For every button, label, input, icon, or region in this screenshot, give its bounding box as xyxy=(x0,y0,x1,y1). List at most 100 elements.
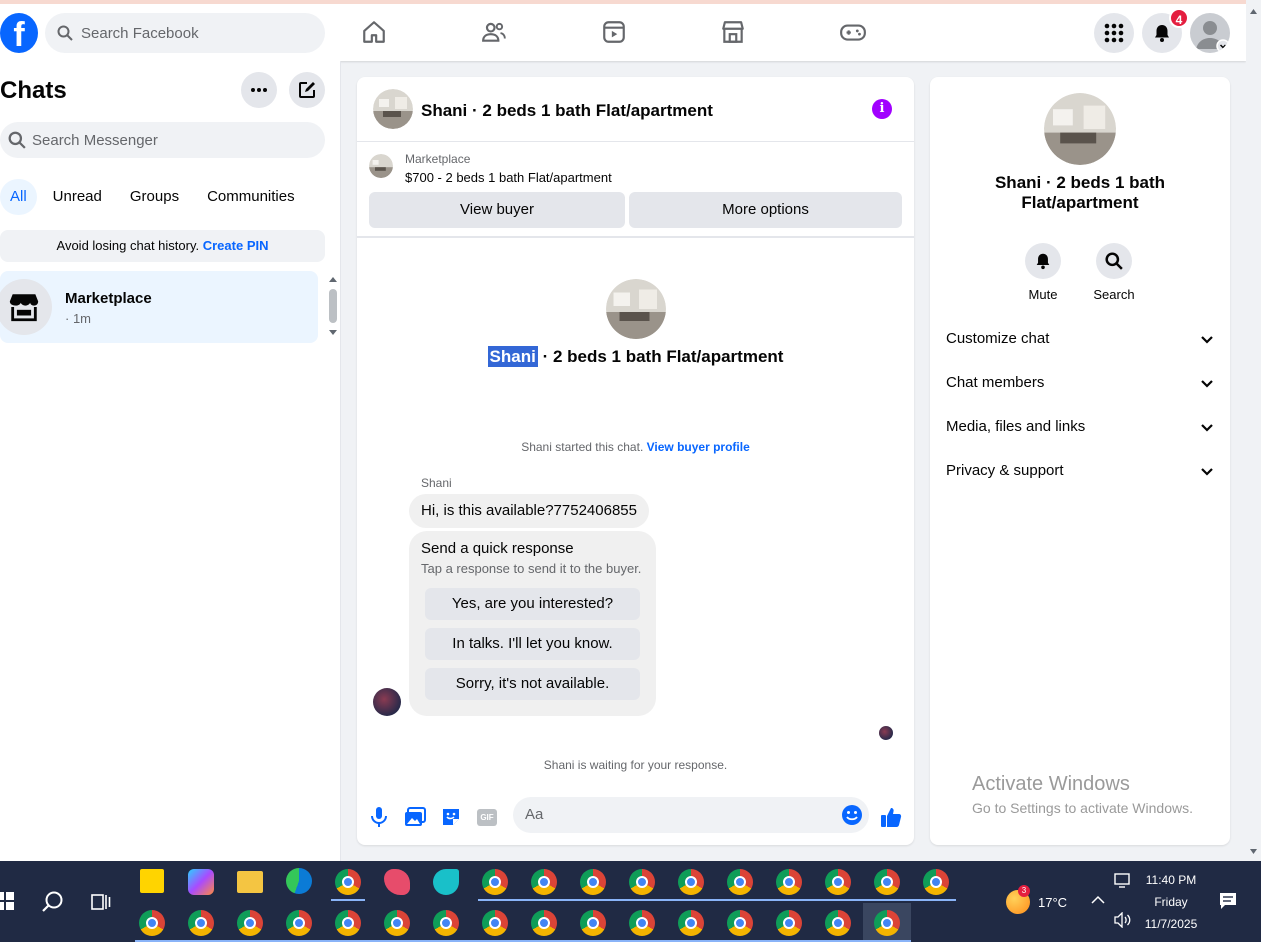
section-label: Customize chat xyxy=(946,330,1050,347)
clock-time[interactable]: 11:40 PM xyxy=(1140,873,1202,887)
bell-icon xyxy=(1155,25,1169,42)
chrome-profile-icon[interactable] xyxy=(678,869,704,895)
network-icon[interactable] xyxy=(1114,873,1132,889)
media-files-links-section[interactable]: Media, files and links xyxy=(946,418,1214,442)
chrome-profile-icon[interactable] xyxy=(825,910,851,936)
chrome-profile-icon[interactable] xyxy=(384,910,410,936)
bell-icon xyxy=(1036,253,1050,270)
chrome-profile-icon[interactable] xyxy=(531,869,557,895)
copilot-icon[interactable] xyxy=(188,869,214,895)
conversation-title[interactable]: Shani · 2 beds 1 bath Flat/apartment xyxy=(421,101,713,121)
mute-action[interactable]: Mute xyxy=(1013,243,1073,302)
edge-icon[interactable] xyxy=(286,868,312,894)
chat-list-scrollbar[interactable] xyxy=(327,275,339,339)
file-explorer-icon[interactable] xyxy=(237,871,263,893)
listing-thumbnail[interactable] xyxy=(369,154,393,178)
clock-day[interactable]: Friday xyxy=(1140,895,1202,909)
taskbar-search-icon[interactable] xyxy=(41,890,65,914)
chrome-profile-icon[interactable] xyxy=(825,869,851,895)
chrome-profile-icon[interactable] xyxy=(629,910,655,936)
chrome-profile-icon[interactable] xyxy=(580,910,606,936)
chrome-profile-icon[interactable] xyxy=(139,910,165,936)
gaming-icon[interactable] xyxy=(839,18,867,46)
quick-response-yes[interactable]: Yes, are you interested? xyxy=(425,588,640,620)
chat-list-item[interactable]: Marketplace · 1m xyxy=(0,271,318,343)
photo-icon[interactable] xyxy=(403,805,427,829)
quick-response-not-available[interactable]: Sorry, it's not available. xyxy=(425,668,640,700)
chat-members-section[interactable]: Chat members xyxy=(946,374,1214,398)
quick-response-in-talks[interactable]: In talks. I'll let you know. xyxy=(425,628,640,660)
privacy-support-section[interactable]: Privacy & support xyxy=(946,462,1214,486)
listing-avatar[interactable] xyxy=(373,89,413,129)
facebook-logo[interactable]: f xyxy=(0,13,38,53)
friends-icon[interactable] xyxy=(480,18,508,46)
details-avatar xyxy=(1044,93,1116,165)
sticker-icon[interactable] xyxy=(439,805,463,829)
chrome-profile-icon[interactable] xyxy=(188,910,214,936)
incoming-message[interactable]: Hi, is this available?7752406855 xyxy=(409,494,649,528)
more-options-button[interactable]: More options xyxy=(629,192,902,228)
top-navigation-bar: f Search Facebook 4 xyxy=(0,0,1246,61)
chrome-profile-icon[interactable] xyxy=(433,910,459,936)
microphone-icon[interactable] xyxy=(367,805,391,829)
volume-icon[interactable] xyxy=(1114,912,1132,928)
thumbs-up-icon[interactable] xyxy=(879,805,903,829)
chrome-profile-icon[interactable] xyxy=(727,910,753,936)
task-view-icon[interactable] xyxy=(91,893,111,911)
chrome-profile-icon-active[interactable] xyxy=(874,910,900,936)
emoji-icon[interactable] xyxy=(840,803,864,827)
chrome-profile-icon[interactable] xyxy=(923,869,949,895)
chrome-profile-icon[interactable] xyxy=(531,910,557,936)
chrome-profile-icon[interactable] xyxy=(286,910,312,936)
watermark-title: Activate Windows xyxy=(972,773,1130,795)
facebook-search-input[interactable]: Search Facebook xyxy=(45,13,325,53)
create-pin-link[interactable]: Create PIN xyxy=(203,238,269,253)
windows-start-icon[interactable] xyxy=(0,892,14,910)
view-buyer-button[interactable]: View buyer xyxy=(369,192,625,228)
chat-options-button[interactable] xyxy=(241,72,277,108)
filter-communities[interactable]: Communities xyxy=(195,179,307,215)
page-scrollbar[interactable] xyxy=(1246,0,1261,861)
chrome-profile-icon[interactable] xyxy=(482,869,508,895)
chrome-profile-icon[interactable] xyxy=(776,869,802,895)
chevron-up-icon[interactable] xyxy=(1091,895,1105,905)
search-placeholder: Search Facebook xyxy=(81,24,199,42)
chrome-profile-icon[interactable] xyxy=(237,910,263,936)
view-buyer-profile-link[interactable]: View buyer profile xyxy=(647,440,750,454)
video-icon[interactable] xyxy=(600,18,628,46)
app-icon[interactable] xyxy=(433,869,459,895)
listing-price[interactable]: $700 - 2 beds 1 bath Flat/apartment xyxy=(405,170,612,185)
chrome-profile-icon[interactable] xyxy=(629,869,655,895)
sticky-notes-icon[interactable] xyxy=(140,869,164,893)
marketplace-icon[interactable] xyxy=(719,18,747,46)
search-action[interactable]: Search xyxy=(1084,243,1144,302)
chrome-profile-icon[interactable] xyxy=(874,869,900,895)
temperature[interactable]: 17°C xyxy=(1038,895,1067,910)
message-input[interactable]: Aa xyxy=(513,797,869,833)
info-icon[interactable]: i xyxy=(872,99,892,119)
chrome-profile-icon[interactable] xyxy=(580,869,606,895)
scrollbar-thumb[interactable] xyxy=(329,289,337,323)
app-icon[interactable] xyxy=(384,869,410,895)
notification-center-icon[interactable] xyxy=(1219,892,1237,910)
filter-all[interactable]: All xyxy=(0,179,37,215)
clock-date[interactable]: 11/7/2025 xyxy=(1140,917,1202,931)
gif-icon[interactable]: GIF xyxy=(475,805,499,829)
chrome-icon[interactable] xyxy=(335,869,361,895)
chrome-profile-icon[interactable] xyxy=(678,910,704,936)
chrome-profile-icon[interactable] xyxy=(776,910,802,936)
conversation-header: Shani · 2 beds 1 bath Flat/apartment i xyxy=(357,77,914,142)
account-avatar[interactable] xyxy=(1190,13,1230,53)
home-icon[interactable] xyxy=(360,18,388,46)
chrome-profile-icon[interactable] xyxy=(727,869,753,895)
chrome-profile-icon[interactable] xyxy=(482,910,508,936)
started-text: Shani started this chat. xyxy=(521,440,644,454)
chrome-profile-icon[interactable] xyxy=(335,910,361,936)
new-message-button[interactable] xyxy=(289,72,325,108)
customize-chat-section[interactable]: Customize chat xyxy=(946,330,1214,354)
filter-unread[interactable]: Unread xyxy=(41,179,114,215)
filter-groups[interactable]: Groups xyxy=(118,179,191,215)
menu-grid-button[interactable] xyxy=(1094,13,1134,53)
messenger-search-input[interactable]: Search Messenger xyxy=(0,122,325,158)
conversation-details-panel: Shani · 2 beds 1 bath Flat/apartment Mut… xyxy=(930,77,1230,845)
